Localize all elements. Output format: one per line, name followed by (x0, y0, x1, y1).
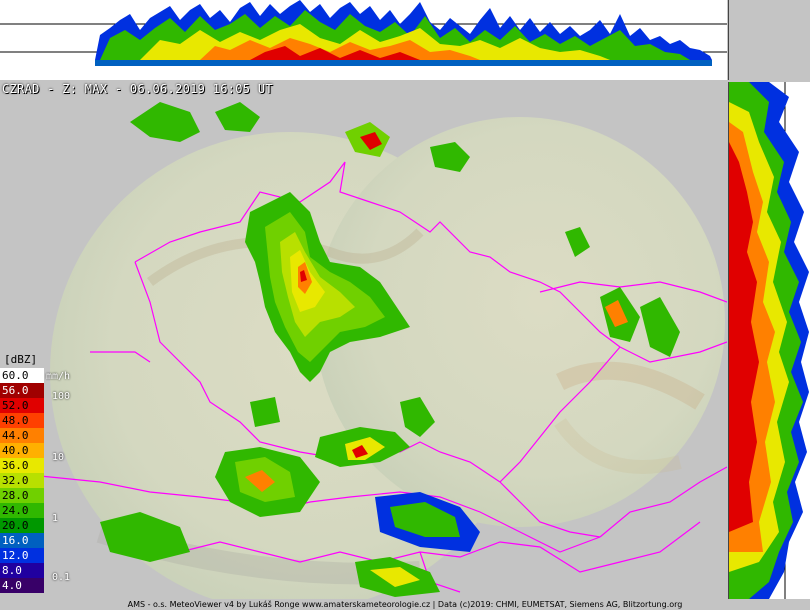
legend-swatch: 52.0 (0, 398, 44, 413)
corner-box (728, 0, 810, 80)
legend-swatch: 28.0 (0, 488, 44, 503)
legend-swatch: 44.0 (0, 428, 44, 443)
dbz-legend: [dBZ] 60.0 56.0 52.0 48.0 44.0 40.0 36.0 32.0 28… (0, 352, 44, 593)
legend-swatch: 56.0 (0, 383, 44, 398)
legend-swatch: 32.0 (0, 473, 44, 488)
legend-unit: [dBZ] (0, 352, 44, 368)
legend-swatch: 4.0 (0, 578, 44, 593)
rate-label-10: 10 (52, 452, 65, 463)
legend-swatch: 12.0 (0, 548, 44, 563)
side-vertical-profile (728, 82, 810, 599)
legend-swatch: 16.0 (0, 533, 44, 548)
rate-label-1: 1 (52, 513, 59, 524)
top-profile-chart (0, 0, 727, 66)
legend-swatch: 8.0 (0, 563, 44, 578)
top-echo-tops (95, 0, 712, 66)
rate-label-0-1: 0.1 (52, 572, 71, 583)
legend-swatch: 60.0 (0, 368, 44, 383)
radar-map-canvas (0, 102, 728, 610)
legend-swatches: 60.0 56.0 52.0 48.0 44.0 40.0 36.0 32.0 28.0 24.0… (0, 368, 44, 593)
legend-swatch: 36.0 (0, 458, 44, 473)
side-echo-tops (729, 82, 809, 599)
legend-swatch: 20.0 (0, 518, 44, 533)
map-title: CZRAD - Z: MAX - 06.06.2019 16:05 UT (2, 82, 273, 96)
legend-swatch: 24.0 (0, 503, 44, 518)
rate-label-100: 100 (52, 391, 71, 402)
rate-unit-label: mm/h (46, 371, 71, 382)
top-vertical-profile (0, 0, 727, 80)
legend-swatch: 40.0 (0, 443, 44, 458)
legend-swatch: 48.0 (0, 413, 44, 428)
footer-credits: AMS - o.s. MeteoViewer v4 by Lukáš Ronge… (0, 599, 810, 610)
radar-map[interactable] (0, 82, 728, 610)
side-profile-chart (729, 82, 809, 599)
